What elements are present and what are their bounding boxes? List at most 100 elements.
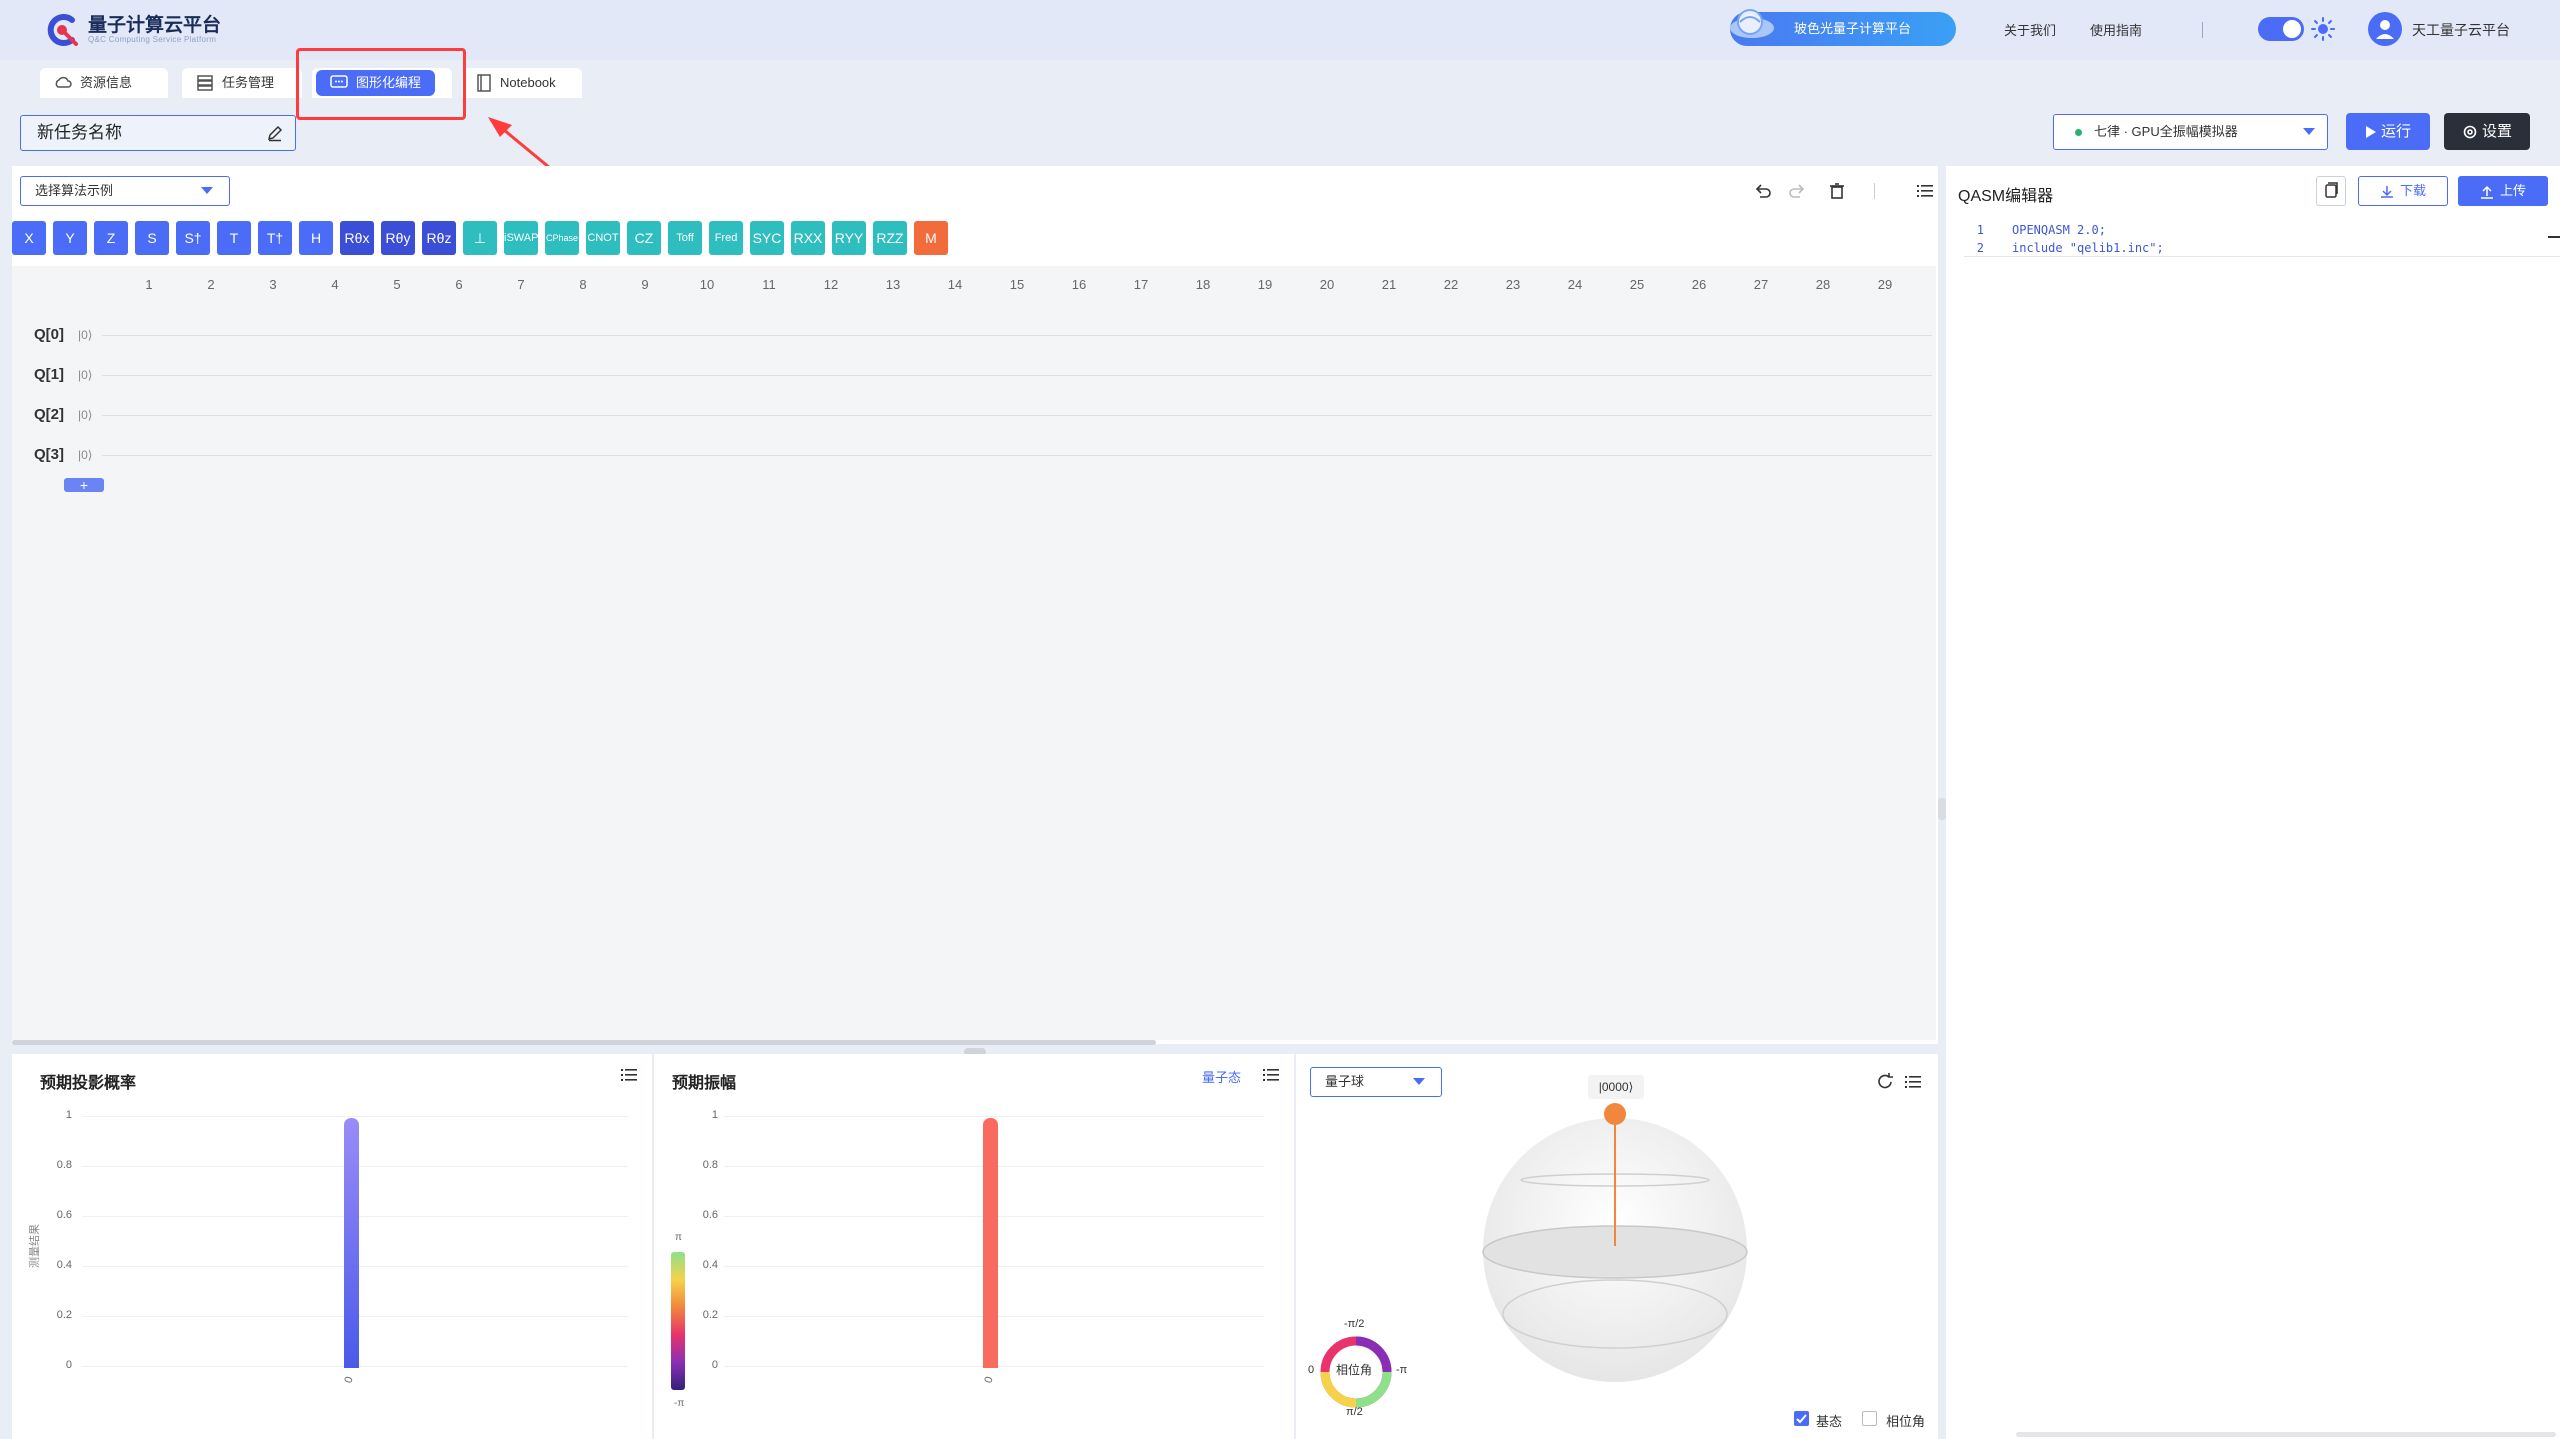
about-link[interactable]: 关于我们 — [2004, 20, 2056, 39]
gate-button[interactable]: SYC — [750, 221, 784, 255]
gate-button[interactable]: CZ — [627, 221, 661, 255]
qubit-initial-state: |0⟩ — [78, 368, 93, 382]
upload-button[interactable]: 上传 — [2458, 176, 2548, 206]
upload-label: 上传 — [2499, 183, 2526, 198]
column-number: 28 — [1815, 277, 1831, 292]
copy-button[interactable] — [2316, 176, 2346, 206]
gate-button[interactable]: Toff — [668, 221, 702, 255]
column-number: 22 — [1443, 277, 1459, 292]
qubit-wire[interactable] — [102, 335, 1932, 336]
sun-icon[interactable] — [2310, 16, 2336, 42]
list-icon[interactable] — [1914, 180, 1936, 202]
qubit-wire[interactable] — [102, 455, 1932, 456]
qubit-label[interactable]: Q[0] — [34, 326, 64, 343]
amplitude-bar[interactable] — [983, 1118, 998, 1368]
play-icon — [2365, 125, 2377, 139]
quantum-state-link[interactable]: 量子态 — [1202, 1067, 1241, 1086]
qubit-label[interactable]: Q[2] — [34, 406, 64, 423]
bloch-sphere[interactable] — [1470, 1100, 1760, 1390]
gate-button[interactable]: RZZ — [873, 221, 907, 255]
algorithm-example-select[interactable]: 选择算法示例 — [20, 176, 230, 206]
column-number: 3 — [269, 277, 277, 292]
notebook-icon — [476, 74, 492, 92]
amplitude-title: 预期振幅 — [672, 1075, 737, 1092]
gate-button[interactable]: T† — [258, 221, 292, 255]
code-line[interactable]: include "qelib1.inc"; — [2012, 241, 2164, 255]
tab-notebook[interactable]: Notebook — [462, 68, 582, 98]
column-number: 19 — [1257, 277, 1273, 292]
upload-icon — [2480, 185, 2494, 199]
qubit-wire[interactable] — [102, 375, 1932, 376]
y-tick-label: 0.6 — [56, 1209, 72, 1221]
y-tick-label: 0.2 — [56, 1309, 72, 1321]
settings-label: 设置 — [2481, 123, 2512, 140]
chevron-down-icon[interactable] — [200, 186, 214, 196]
qasm-title: QASM编辑器 — [1958, 188, 2054, 205]
code-line[interactable]: OPENQASM 2.0; — [2012, 223, 2106, 237]
basis-checkbox[interactable] — [1794, 1411, 1809, 1426]
server-icon — [196, 74, 214, 92]
task-name-field[interactable]: 新任务名称 — [20, 115, 296, 151]
qubit-label[interactable]: Q[3] — [34, 446, 64, 463]
gate-button[interactable]: Rθz — [422, 221, 456, 255]
download-label: 下载 — [2399, 183, 2426, 198]
chevron-down-icon[interactable] — [1412, 1077, 1426, 1087]
line-number: 1 — [1976, 223, 1984, 237]
trash-icon[interactable] — [1826, 180, 1848, 202]
redo-icon[interactable] — [1786, 180, 1808, 202]
download-button[interactable]: 下载 — [2358, 176, 2448, 206]
list-icon[interactable] — [1260, 1064, 1282, 1086]
y-tick-label: 0.2 — [702, 1309, 718, 1321]
gate-button[interactable]: T — [217, 221, 251, 255]
user-name[interactable]: 天工量子云平台 — [2412, 20, 2510, 40]
horizontal-scrollbar[interactable] — [12, 1040, 1156, 1045]
edit-pen-icon[interactable] — [266, 124, 284, 142]
run-button[interactable]: 运行 — [2346, 113, 2430, 150]
logo-icon[interactable] — [42, 10, 82, 50]
chevron-down-icon[interactable] — [2302, 127, 2316, 137]
gate-button[interactable]: Z — [94, 221, 128, 255]
refresh-icon[interactable] — [1874, 1071, 1896, 1093]
gate-button[interactable]: RYY — [832, 221, 866, 255]
tab-resource-info[interactable]: 资源信息 — [40, 68, 168, 98]
backend-select[interactable]: 七律 · GPU全振幅模拟器 — [2053, 114, 2328, 150]
settings-button[interactable]: 设置 — [2444, 113, 2530, 150]
gate-button[interactable]: Rθy — [381, 221, 415, 255]
gate-button[interactable]: H — [299, 221, 333, 255]
gate-button[interactable]: Rθx — [340, 221, 374, 255]
phase-checkbox[interactable] — [1862, 1411, 1877, 1426]
gate-button[interactable]: Y — [53, 221, 87, 255]
column-number: 18 — [1195, 277, 1211, 292]
list-icon[interactable] — [1902, 1071, 1924, 1093]
undo-icon[interactable] — [1752, 180, 1774, 202]
phase-right-label: -π — [1396, 1364, 1408, 1376]
column-number: 7 — [517, 277, 525, 292]
user-avatar[interactable] — [2368, 12, 2402, 46]
qubit-label[interactable]: Q[1] — [34, 366, 64, 383]
gate-button[interactable]: S — [135, 221, 169, 255]
editor-scrollbar[interactable] — [2016, 1432, 2556, 1437]
qubit-initial-state: |0⟩ — [78, 328, 93, 342]
gate-button[interactable]: CNOT — [586, 221, 620, 255]
gate-button[interactable]: RXX — [791, 221, 825, 255]
gate-button[interactable]: M — [914, 221, 948, 255]
list-icon[interactable] — [618, 1064, 640, 1086]
gate-button[interactable]: S† — [176, 221, 210, 255]
panel-splitter[interactable] — [1938, 798, 1946, 820]
add-qubit-button[interactable]: + — [64, 478, 104, 492]
tab-task-management[interactable]: 任务管理 — [182, 68, 302, 98]
theme-toggle[interactable] — [2258, 17, 2304, 41]
column-number: 17 — [1133, 277, 1149, 292]
gate-button[interactable]: X — [12, 221, 46, 255]
y-tick-label: 0.4 — [56, 1259, 72, 1271]
probability-bar[interactable] — [344, 1118, 359, 1368]
column-number: 5 — [393, 277, 401, 292]
qubit-wire[interactable] — [102, 415, 1932, 416]
gate-button[interactable]: Fred — [709, 221, 743, 255]
gate-button[interactable]: ⊥ — [463, 221, 497, 255]
phase-bottom-label: π/2 — [1346, 1406, 1363, 1418]
gate-button[interactable]: CPhase — [545, 221, 579, 255]
gate-button[interactable]: iSWAP — [504, 221, 538, 255]
guide-link[interactable]: 使用指南 — [2090, 20, 2142, 39]
column-number: 21 — [1381, 277, 1397, 292]
